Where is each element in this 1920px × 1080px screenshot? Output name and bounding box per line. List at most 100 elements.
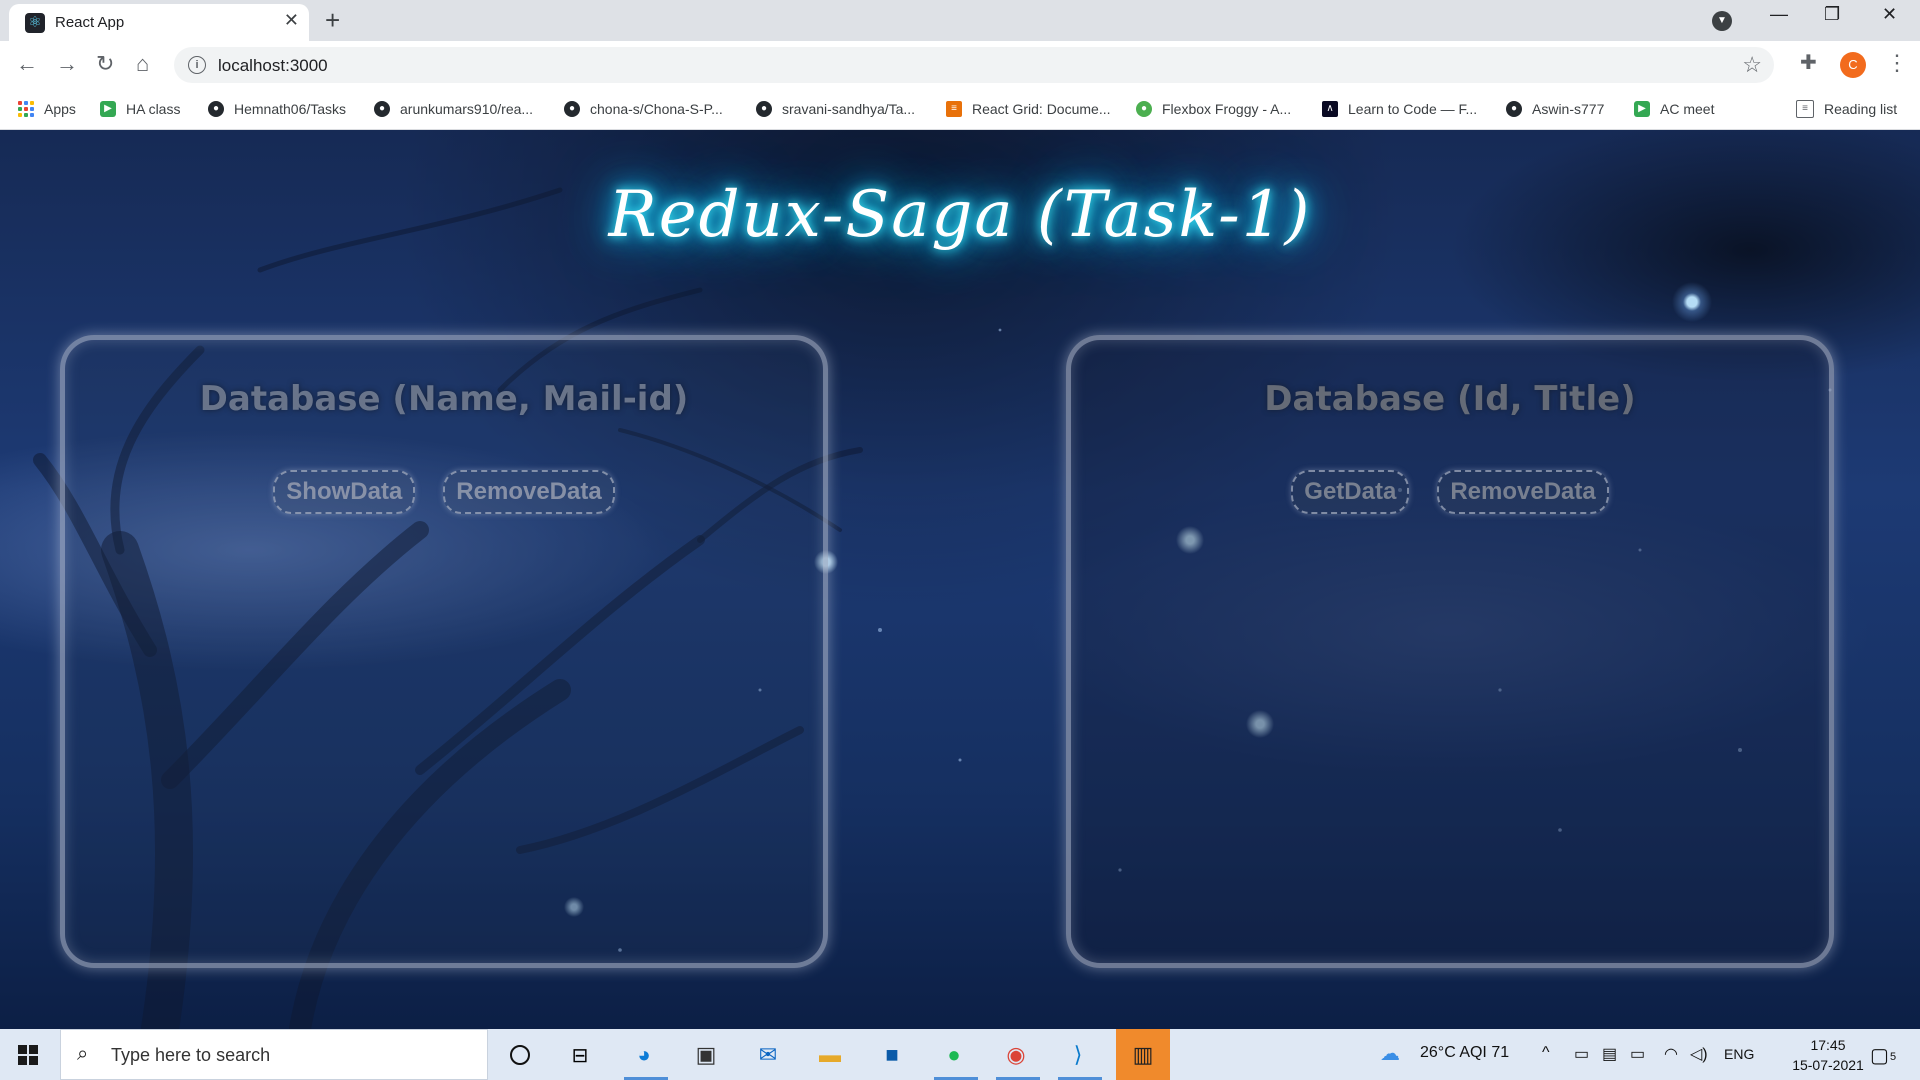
bookmark-ha-class[interactable]: ▶ HA class (100, 97, 180, 121)
google-meet-icon: ▶ (1634, 101, 1650, 117)
bookmark-sravani[interactable]: ● sravani-sandhya/Ta... (756, 97, 915, 121)
url-text[interactable]: localhost:3000 (218, 56, 328, 76)
bookmark-label: HA class (126, 101, 181, 117)
panel-button-row: ShowData RemoveData (65, 470, 823, 514)
bookmark-label: Aswin-s777 (1532, 101, 1605, 117)
page-title: Redux-Saga (Task-1) (608, 178, 1312, 252)
menu-kebab-icon[interactable]: ⋮ (1886, 50, 1908, 76)
panel-button-row: GetData RemoveData (1071, 470, 1829, 514)
maximize-button[interactable]: ❐ (1824, 4, 1840, 25)
notification-count: 5 (1890, 1051, 1897, 1063)
browser-toolbar: ← → ↻ ⌂ i localhost:3000 ☆ (0, 41, 1920, 89)
clock-date: 15-07-2021 (1792, 1057, 1864, 1073)
show-data-button[interactable]: ShowData (273, 470, 416, 514)
reload-icon[interactable]: ↻ (96, 51, 114, 77)
bookmark-arunkumars[interactable]: ● arunkumars910/rea... (374, 97, 533, 121)
new-tab-button[interactable]: + (325, 5, 340, 36)
chrome-icon[interactable]: ◉ (996, 1035, 1036, 1075)
panel-title: Database (Id, Title) (1264, 379, 1636, 419)
meet-now-icon[interactable]: ▭ (1574, 1044, 1589, 1064)
bookmark-aswin[interactable]: ● Aswin-s777 (1506, 97, 1604, 121)
users-database-panel: Database (Name, Mail-id) ShowData Remove… (60, 335, 828, 968)
search-icon: ⌕ (77, 1043, 89, 1065)
address-bar[interactable]: i localhost:3000 ☆ (174, 47, 1774, 83)
close-window-button[interactable]: ✕ (1882, 4, 1897, 25)
posts-database-panel: Database (Id, Title) GetData RemoveData (1066, 335, 1834, 968)
github-icon: ● (1506, 101, 1522, 117)
windows-start-icon[interactable] (18, 1045, 38, 1065)
github-icon: ● (374, 101, 390, 117)
system-clock[interactable]: 17:45 15-07-2021 (1790, 1035, 1866, 1075)
ag-grid-icon: ≡ (946, 101, 962, 117)
weather-icon[interactable]: ☁ (1380, 1041, 1400, 1066)
clock-time: 17:45 (1810, 1037, 1846, 1053)
windows-taskbar: ⌕ Type here to search ⊟ ◕ ▣ ✉ ▬ ■ ● ◉ ⟩ … (0, 1029, 1920, 1080)
back-arrow-icon[interactable]: ← (16, 51, 38, 77)
browser-tab-react-app[interactable]: ⚛ React App ✕ (9, 4, 309, 41)
frog-icon: ● (1136, 101, 1152, 117)
github-icon: ● (756, 101, 772, 117)
bookmark-flexbox-froggy[interactable]: ● Flexbox Froggy - A... (1136, 97, 1291, 121)
bookmark-ac-meet[interactable]: ▶ AC meet (1634, 97, 1714, 121)
remove-data-button[interactable]: RemoveData (1437, 470, 1609, 514)
bookmark-label: Apps (44, 101, 76, 117)
bookmark-label: Hemnath06/Tasks (234, 101, 347, 117)
site-info-icon[interactable]: i (188, 56, 206, 74)
volume-icon[interactable]: ◁) (1690, 1044, 1708, 1064)
remove-data-button[interactable]: RemoveData (443, 470, 615, 514)
bookmark-hemnath-tasks[interactable]: ● Hemnath06/Tasks (208, 97, 346, 121)
vscode-icon[interactable]: ⟩ (1058, 1035, 1098, 1075)
bookmark-label: sravani-sandhya/Ta... (782, 101, 916, 117)
waves-app-icon[interactable]: ▥ (1116, 1029, 1170, 1080)
tab-title: React App (55, 14, 125, 31)
cortana-icon[interactable] (500, 1035, 540, 1075)
panel-title: Database (Name, Mail-id) (199, 379, 689, 419)
forward-arrow-icon[interactable]: → (56, 51, 78, 77)
bookmark-star-icon[interactable]: ☆ (1742, 52, 1762, 78)
reading-list[interactable]: ≡ Reading list (1796, 97, 1897, 121)
freecodecamp-icon: ∧ (1322, 101, 1338, 117)
bookmark-label: chona-s/Chona-S-P... (590, 101, 723, 117)
microsoft-store-icon[interactable]: ▣ (686, 1035, 726, 1075)
language-indicator[interactable]: ENG (1724, 1046, 1754, 1062)
tab-search-icon[interactable]: ▼ (1712, 11, 1732, 31)
bookmarks-bar: Apps ▶ HA class ● Hemnath06/Tasks ● arun… (0, 89, 1920, 130)
github-icon: ● (208, 101, 224, 117)
dell-update-icon[interactable]: ▤ (1602, 1044, 1617, 1064)
taskbar-search-box[interactable]: ⌕ Type here to search (60, 1029, 488, 1080)
bookmark-label: AC meet (1660, 101, 1715, 117)
tab-strip: ⚛ React App ✕ + ▼ — ❐ ✕ (0, 0, 1920, 41)
bookmark-label: Learn to Code — F... (1348, 101, 1478, 117)
mail-icon[interactable]: ✉ (748, 1035, 788, 1075)
extensions-puzzle-icon[interactable]: ✚ (1800, 50, 1817, 75)
spotify-icon[interactable]: ● (934, 1035, 974, 1075)
page-content: Redux-Saga (Task-1) Database (Name, Mail… (0, 130, 1920, 1029)
get-data-button[interactable]: GetData (1291, 470, 1410, 514)
google-meet-icon: ▶ (100, 101, 116, 117)
bookmark-label: Flexbox Froggy - A... (1162, 101, 1292, 117)
file-explorer-icon[interactable]: ▬ (810, 1035, 850, 1075)
battery-icon[interactable]: ▭ (1630, 1044, 1645, 1064)
apps-grid-icon (18, 101, 34, 117)
wifi-icon[interactable]: ◠ (1664, 1044, 1678, 1064)
close-tab-icon[interactable]: ✕ (284, 10, 299, 31)
minimize-button[interactable]: — (1770, 4, 1788, 25)
bookmark-chona[interactable]: ● chona-s/Chona-S-P... (564, 97, 723, 121)
react-icon: ⚛ (25, 13, 45, 33)
bookmark-freecodecamp[interactable]: ∧ Learn to Code — F... (1322, 97, 1477, 121)
reading-list-label: Reading list (1824, 101, 1898, 117)
task-view-icon[interactable]: ⊟ (560, 1035, 600, 1075)
dell-icon[interactable]: ■ (872, 1035, 912, 1075)
bookmark-react-grid[interactable]: ≡ React Grid: Docume... (946, 97, 1111, 121)
notification-center-icon[interactable]: ▢ (1870, 1043, 1889, 1068)
home-icon[interactable]: ⌂ (136, 51, 149, 77)
bookmark-apps[interactable]: Apps (18, 97, 76, 121)
bookmark-label: React Grid: Docume... (972, 101, 1111, 117)
show-hidden-icons-chevron-icon[interactable]: ^ (1542, 1044, 1550, 1062)
search-placeholder: Type here to search (111, 1045, 271, 1065)
edge-browser-icon[interactable]: ◕ (624, 1035, 664, 1075)
profile-avatar[interactable]: C (1840, 52, 1866, 78)
bookmark-label: arunkumars910/rea... (400, 101, 534, 117)
github-icon: ● (564, 101, 580, 117)
weather-text[interactable]: 26°C AQI 71 (1420, 1044, 1509, 1062)
